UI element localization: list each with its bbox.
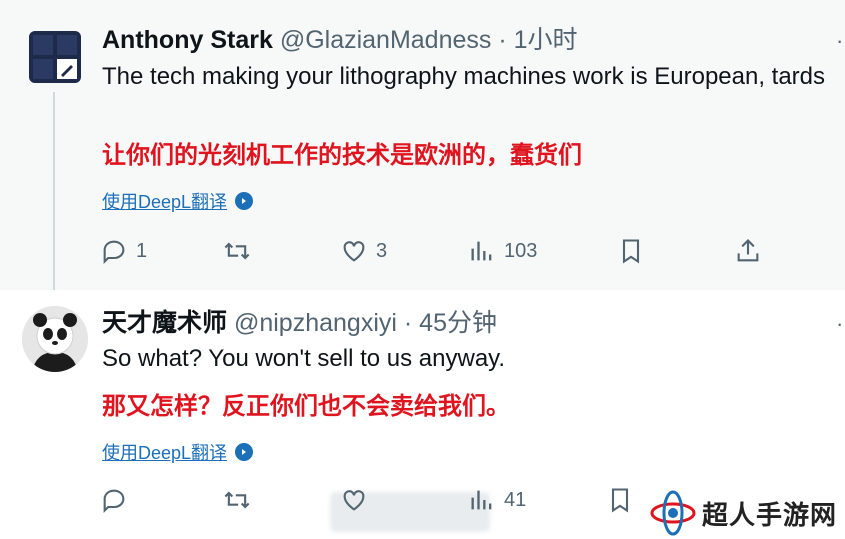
deepl-icon xyxy=(235,443,254,461)
views-icon xyxy=(471,490,492,510)
share-icon xyxy=(737,239,759,262)
like-button[interactable] xyxy=(340,486,376,514)
tweet-translation: 那又怎样？反正你们也不会卖给我们。 xyxy=(102,393,510,420)
views-count: 41 xyxy=(504,488,527,511)
reply-icon xyxy=(103,489,125,514)
heart-icon xyxy=(343,241,365,262)
heart-icon xyxy=(343,490,365,511)
separator: · xyxy=(498,26,507,54)
tweet-text: So what? You won't sell to us anyway. xyxy=(102,345,506,372)
reply-count: 1 xyxy=(136,239,148,262)
retweet-button[interactable] xyxy=(223,486,259,514)
avatar[interactable] xyxy=(29,31,81,83)
thread-connector xyxy=(53,92,55,300)
panda-avatar-icon xyxy=(22,306,88,372)
bookmark-button[interactable] xyxy=(617,237,645,265)
more-options-icon[interactable]: · xyxy=(836,28,845,54)
share-button[interactable] xyxy=(734,237,762,265)
reply-button[interactable] xyxy=(100,486,136,514)
tweet-actions: 1 3 103 xyxy=(100,237,845,273)
timestamp[interactable]: 1小时 xyxy=(514,26,578,54)
user-handle[interactable]: @GlazianMadness xyxy=(280,26,492,54)
watermark-logo-icon xyxy=(650,490,696,536)
tweet-translation: 让你们的光刻机工作的技术是欧洲的，蠢货们 xyxy=(102,142,582,169)
bookmark-button[interactable] xyxy=(606,486,634,514)
retweet-icon xyxy=(224,491,250,509)
tweet-text: The tech making your lithography machine… xyxy=(102,63,826,90)
views-count: 103 xyxy=(504,239,538,262)
watermark-text: 超人手游网 xyxy=(702,499,838,530)
tweet-header: Anthony Stark @GlazianMadness · 1小时 xyxy=(102,25,578,55)
retweet-icon xyxy=(224,242,250,260)
views-button[interactable]: 103 xyxy=(468,237,537,265)
like-button[interactable]: 3 xyxy=(340,237,387,265)
pen-icon xyxy=(57,59,77,79)
watermark: 超人手游网 xyxy=(650,490,837,536)
display-name[interactable]: 天才魔术师 xyxy=(102,309,227,337)
bookmark-icon xyxy=(611,488,629,513)
avatar[interactable] xyxy=(22,306,88,372)
reply-button[interactable]: 1 xyxy=(100,237,147,265)
separator: · xyxy=(403,309,413,337)
timestamp[interactable]: 45分钟 xyxy=(419,309,497,337)
translate-link[interactable]: 使用DeepL翻译 xyxy=(102,439,254,465)
tweet-1[interactable]: Anthony Stark @GlazianMadness · 1小时 · Th… xyxy=(0,0,845,290)
reply-icon xyxy=(103,240,125,265)
bookmark-icon xyxy=(622,239,640,264)
views-icon xyxy=(471,241,492,261)
like-count: 3 xyxy=(376,239,388,262)
tweet-header: 天才魔术师 @nipzhangxiyi · 45分钟 xyxy=(102,308,497,338)
display-name[interactable]: Anthony Stark xyxy=(102,26,273,54)
user-handle[interactable]: @nipzhangxiyi xyxy=(234,309,397,337)
deepl-icon xyxy=(235,192,254,210)
retweet-button[interactable] xyxy=(223,237,259,265)
views-button[interactable]: 41 xyxy=(468,486,526,514)
translate-label[interactable]: 使用DeepL翻译 xyxy=(102,188,227,214)
more-options-icon[interactable]: · xyxy=(836,311,845,337)
translate-link[interactable]: 使用DeepL翻译 xyxy=(102,188,254,214)
translate-label[interactable]: 使用DeepL翻译 xyxy=(102,439,227,465)
